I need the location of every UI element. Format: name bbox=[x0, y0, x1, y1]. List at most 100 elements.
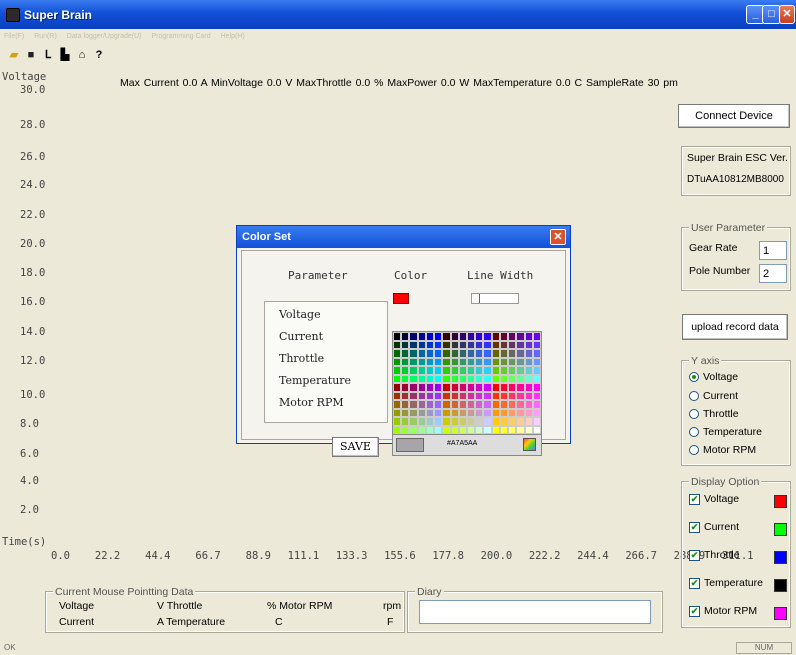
palette-cell[interactable] bbox=[483, 374, 492, 383]
menu-run[interactable]: Run(R) bbox=[34, 33, 57, 40]
palette-cell[interactable] bbox=[401, 391, 410, 400]
param-voltage[interactable]: Voltage bbox=[279, 308, 321, 321]
palette-cell[interactable] bbox=[434, 340, 443, 349]
palette-cell[interactable] bbox=[442, 357, 451, 366]
upload-record-data-button[interactable]: upload record data bbox=[682, 314, 788, 340]
diary-input[interactable] bbox=[419, 600, 651, 624]
palette-cell[interactable] bbox=[491, 349, 500, 358]
gear-rate-input[interactable] bbox=[759, 241, 787, 260]
checkbox-icon[interactable]: ✔ bbox=[689, 493, 700, 505]
palette-cell[interactable] bbox=[434, 425, 443, 434]
palette-cell[interactable] bbox=[409, 425, 418, 434]
palette-cell[interactable] bbox=[434, 417, 443, 426]
palette-cell[interactable] bbox=[524, 425, 533, 434]
y-axis-option-current[interactable]: Current bbox=[689, 390, 738, 402]
palette-cell[interactable] bbox=[458, 400, 467, 409]
palette-cell[interactable] bbox=[467, 417, 476, 426]
palette-cell[interactable] bbox=[425, 357, 435, 366]
palette-cell[interactable] bbox=[524, 391, 533, 400]
palette-cell[interactable] bbox=[458, 374, 467, 383]
palette-cell[interactable] bbox=[516, 357, 525, 366]
palette-cell[interactable] bbox=[532, 332, 541, 341]
current-color-swatch[interactable] bbox=[774, 523, 787, 536]
palette-cell[interactable] bbox=[450, 349, 459, 358]
palette-cell[interactable] bbox=[467, 366, 476, 375]
palette-cell[interactable] bbox=[409, 417, 418, 426]
palette-cell[interactable] bbox=[393, 391, 402, 400]
palette-cell[interactable] bbox=[458, 357, 467, 366]
palette-cell[interactable] bbox=[409, 408, 418, 417]
palette-cell[interactable] bbox=[409, 340, 418, 349]
palette-cell[interactable] bbox=[401, 425, 410, 434]
palette-cell[interactable] bbox=[483, 391, 492, 400]
radio-icon[interactable] bbox=[689, 372, 699, 382]
palette-cell[interactable] bbox=[491, 374, 500, 383]
palette-cell[interactable] bbox=[425, 340, 435, 349]
palette-cell[interactable] bbox=[401, 332, 410, 341]
palette-cell[interactable] bbox=[532, 425, 541, 434]
palette-cell[interactable] bbox=[532, 391, 541, 400]
y-axis-option-throttle[interactable]: Throttle bbox=[689, 408, 739, 420]
palette-cell[interactable] bbox=[491, 400, 500, 409]
palette-cell[interactable] bbox=[499, 349, 509, 358]
open-icon[interactable]: ▰ bbox=[7, 49, 21, 62]
palette-cell[interactable] bbox=[499, 417, 509, 426]
palette-cell[interactable] bbox=[409, 400, 418, 409]
checkbox-icon[interactable]: ✔ bbox=[689, 605, 700, 617]
palette-cell[interactable] bbox=[499, 357, 509, 366]
palette-cell[interactable] bbox=[417, 408, 426, 417]
param-motor-rpm[interactable]: Motor RPM bbox=[279, 396, 344, 409]
display-option-throttle[interactable]: ✔ Throttle bbox=[689, 549, 740, 561]
palette-cell[interactable] bbox=[434, 408, 443, 417]
palette-cell[interactable] bbox=[401, 374, 410, 383]
palette-cell[interactable] bbox=[499, 391, 509, 400]
palette-cell[interactable] bbox=[450, 332, 459, 341]
bar-icon[interactable]: ▙ bbox=[58, 49, 72, 62]
palette-cell[interactable] bbox=[499, 408, 509, 417]
palette-cell[interactable] bbox=[516, 408, 525, 417]
palette-cell[interactable] bbox=[475, 391, 484, 400]
palette-cell[interactable] bbox=[516, 417, 525, 426]
line-width-slider[interactable] bbox=[471, 293, 519, 304]
palette-cell[interactable] bbox=[499, 340, 509, 349]
palette-cell[interactable] bbox=[467, 357, 476, 366]
palette-cell[interactable] bbox=[442, 425, 451, 434]
voltage-color-swatch[interactable] bbox=[774, 495, 787, 508]
palette-cell[interactable] bbox=[524, 374, 533, 383]
palette-cell[interactable] bbox=[508, 349, 517, 358]
palette-cell[interactable] bbox=[442, 349, 451, 358]
palette-cell[interactable] bbox=[524, 417, 533, 426]
palette-cell[interactable] bbox=[475, 417, 484, 426]
palette-cell[interactable] bbox=[393, 374, 402, 383]
palette-cell[interactable] bbox=[401, 400, 410, 409]
palette-cell[interactable] bbox=[483, 417, 492, 426]
palette-cell[interactable] bbox=[442, 340, 451, 349]
palette-cell[interactable] bbox=[409, 349, 418, 358]
palette-cell[interactable] bbox=[401, 417, 410, 426]
palette-cell[interactable] bbox=[458, 340, 467, 349]
palette-cell[interactable] bbox=[532, 400, 541, 409]
palette-cell[interactable] bbox=[393, 349, 402, 358]
palette-cell[interactable] bbox=[499, 366, 509, 375]
palette-cell[interactable] bbox=[409, 383, 418, 392]
palette-cell[interactable] bbox=[393, 383, 402, 392]
palette-cell[interactable] bbox=[483, 408, 492, 417]
palette-cell[interactable] bbox=[401, 383, 410, 392]
palette-cell[interactable] bbox=[425, 408, 435, 417]
palette-cell[interactable] bbox=[425, 332, 435, 341]
palette-cell[interactable] bbox=[499, 400, 509, 409]
palette-cell[interactable] bbox=[458, 383, 467, 392]
palette-cell[interactable] bbox=[475, 340, 484, 349]
palette-cell[interactable] bbox=[458, 391, 467, 400]
radio-icon[interactable] bbox=[689, 409, 699, 419]
display-option-voltage[interactable]: ✔ Voltage bbox=[689, 493, 739, 505]
palette-cell[interactable] bbox=[508, 374, 517, 383]
palette-cell[interactable] bbox=[524, 349, 533, 358]
palette-cell[interactable] bbox=[491, 408, 500, 417]
palette-cell[interactable] bbox=[417, 391, 426, 400]
palette-icon[interactable] bbox=[523, 438, 536, 451]
palette-cell[interactable] bbox=[442, 400, 451, 409]
palette-cell[interactable] bbox=[393, 340, 402, 349]
palette-cell[interactable] bbox=[532, 349, 541, 358]
param-throttle[interactable]: Throttle bbox=[279, 352, 324, 365]
